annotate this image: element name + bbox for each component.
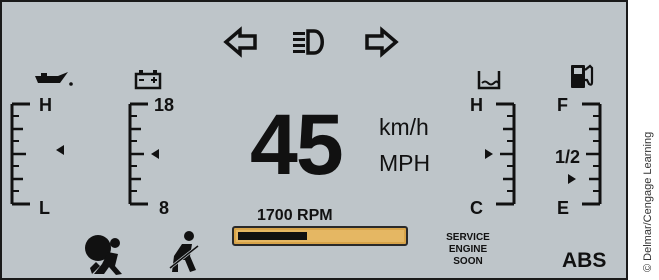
left-turn-arrow-icon (223, 26, 257, 58)
service-line-3: SOON (453, 256, 483, 267)
fuel-gauge-full-label: F (557, 95, 568, 115)
abs-warning-light: ABS (562, 249, 607, 272)
rpm-bar-fill (238, 232, 307, 240)
service-line-2: ENGINE (448, 244, 488, 255)
battery-gauge-pointer (151, 149, 159, 159)
oil-can-icon (35, 72, 73, 86)
fuel-gauge-half-label: 1/2 (555, 147, 581, 167)
battery-icon (134, 70, 162, 90)
speed-readout: 45 (250, 97, 344, 193)
speed-unit-kmh: km/h (379, 114, 429, 140)
fuel-pump-icon (571, 64, 594, 88)
speed-unit-mph: MPH (379, 150, 431, 176)
service-engine-soon-light: SERVICE ENGINE SOON (442, 232, 494, 268)
fuel-gauge-pointer (568, 174, 576, 184)
rpm-bar (232, 226, 408, 246)
seatbelt-icon (169, 231, 199, 272)
rpm-readout: 1700 RPM (257, 207, 333, 224)
image-credit: © Delmar/Cengage Learning (642, 131, 654, 272)
oil-gauge-high-label: H (39, 95, 52, 115)
oil-gauge-low-label: L (39, 198, 50, 218)
temp-gauge-low-label: C (470, 198, 483, 218)
battery-gauge-high-label: 18 (154, 95, 175, 115)
temp-gauge-high-label: H (470, 95, 483, 115)
oil-gauge-pointer (56, 145, 64, 155)
right-turn-arrow-icon (365, 26, 399, 58)
coolant-icon (477, 71, 501, 90)
service-line-1: SERVICE (446, 232, 490, 243)
battery-gauge-low-label: 8 (159, 198, 170, 218)
airbag-icon (85, 235, 122, 275)
oil-gauge-scale (10, 102, 64, 206)
headlight-icon (293, 29, 324, 55)
temp-gauge-pointer (485, 149, 493, 159)
instrument-cluster: H L 18 8 45 km/h MPH 1700 RPM H C F 1/2 … (0, 0, 628, 280)
fuel-gauge-empty-label: E (557, 198, 570, 218)
